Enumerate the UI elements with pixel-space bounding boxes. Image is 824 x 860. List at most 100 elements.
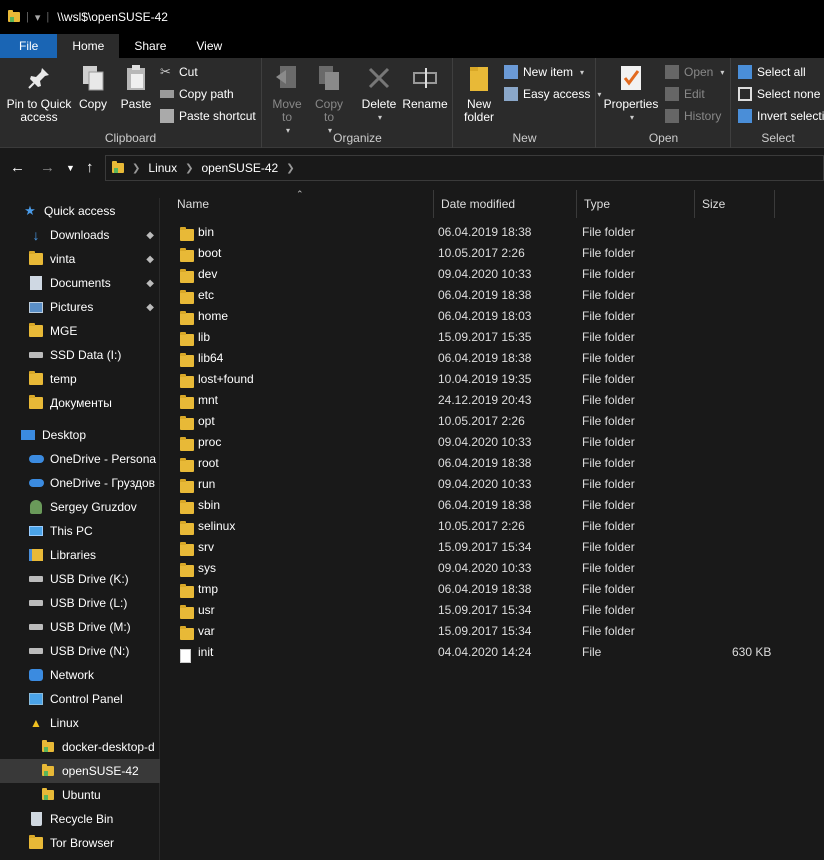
sidebar-item[interactable]: Control Panel	[0, 687, 160, 711]
forward-arrow-icon[interactable]: →	[40, 159, 55, 176]
table-row[interactable]: srv 15.09.2017 15:34 File folder	[170, 537, 824, 558]
open-button[interactable]: Open ▾	[665, 62, 724, 82]
table-row[interactable]: sbin 06.04.2019 18:38 File folder	[170, 495, 824, 516]
file-name: run	[198, 477, 216, 491]
tab-home[interactable]: Home	[57, 34, 120, 58]
table-row[interactable]: lost+found 10.04.2019 19:35 File folder	[170, 369, 824, 390]
breadcrumb-opensuse[interactable]: openSUSE-42	[201, 161, 278, 175]
sidebar-item[interactable]: Pictures ◆	[0, 295, 160, 319]
linux-icon: ▲	[30, 716, 42, 730]
tab-view[interactable]: View	[181, 34, 237, 58]
sidebar-item[interactable]: Документы	[0, 391, 160, 415]
sidebar-item[interactable]: USB Drive (N:)	[0, 639, 160, 663]
table-row[interactable]: usr 15.09.2017 15:34 File folder	[170, 600, 824, 621]
sidebar-item[interactable]: SSD Data (I:)	[0, 343, 160, 367]
paste-button[interactable]: Paste	[116, 64, 156, 111]
sidebar-item[interactable]: ↓ Downloads ◆	[0, 223, 160, 247]
move-to-button[interactable]: Move to ▾	[269, 64, 305, 137]
table-row[interactable]: etc 06.04.2019 18:38 File folder	[170, 285, 824, 306]
tab-file[interactable]: File	[0, 34, 58, 58]
tab-share[interactable]: Share	[119, 34, 181, 58]
drive-icon	[28, 644, 44, 658]
pin-to-quick-access-button[interactable]: Pin to Quick access	[4, 64, 74, 124]
quick-access-toolbar: | ▾ |	[8, 10, 49, 24]
table-row[interactable]: init 04.04.2020 14:24 File 630 KB	[170, 642, 824, 663]
sidebar-item[interactable]: Sergey Gruzdov	[0, 495, 160, 519]
sidebar-item[interactable]: Tor Browser	[0, 831, 160, 855]
file-type: File folder	[582, 414, 635, 428]
breadcrumb-linux[interactable]: Linux	[148, 161, 177, 175]
table-row[interactable]: dev 09.04.2020 10:33 File folder	[170, 264, 824, 285]
back-arrow-icon[interactable]: ←	[10, 159, 25, 176]
column-header-date[interactable]: Date modified	[434, 190, 577, 218]
recent-locations-chevron-icon[interactable]: ▼	[66, 163, 75, 173]
sidebar-item[interactable]: ★ Quick access	[0, 199, 160, 223]
sidebar-item[interactable]: vinta ◆	[0, 247, 160, 271]
customize-toolbar-icon[interactable]: ▾	[35, 11, 41, 24]
column-header-name[interactable]: Name ⌃	[170, 189, 434, 218]
star-icon: ★	[24, 203, 36, 218]
table-row[interactable]: var 15.09.2017 15:34 File folder	[170, 621, 824, 642]
sidebar-item[interactable]: Recycle Bin	[0, 807, 160, 831]
table-row[interactable]: sys 09.04.2020 10:33 File folder	[170, 558, 824, 579]
invert-selection-button[interactable]: Invert selection	[738, 106, 824, 126]
edit-button[interactable]: Edit	[665, 84, 705, 104]
sidebar-item[interactable]: Documents ◆	[0, 271, 160, 295]
breadcrumb-separator-icon[interactable]: ❯	[132, 163, 140, 174]
sidebar-item[interactable]: ▲ Linux	[0, 711, 160, 735]
sidebar-item[interactable]: This PC	[0, 519, 160, 543]
table-row[interactable]: selinux 10.05.2017 2:26 File folder	[170, 516, 824, 537]
history-button[interactable]: History	[665, 106, 721, 126]
sidebar-item[interactable]: Desktop	[0, 423, 160, 447]
table-row[interactable]: opt 10.05.2017 2:26 File folder	[170, 411, 824, 432]
table-row[interactable]: mnt 24.12.2019 20:43 File folder	[170, 390, 824, 411]
copy-to-button[interactable]: Copy to ▾	[311, 64, 347, 137]
open-caret-icon: ▾	[720, 67, 725, 77]
table-row[interactable]: tmp 06.04.2019 18:38 File folder	[170, 579, 824, 600]
copy-path-button[interactable]: Copy path	[160, 84, 234, 104]
sidebar-item[interactable]: openSUSE-42	[0, 759, 160, 783]
copy-button[interactable]: Copy	[74, 64, 112, 111]
easy-access-button[interactable]: Easy access ▾	[504, 84, 601, 104]
sidebar-item[interactable]: OneDrive - Persona	[0, 447, 160, 471]
select-none-button[interactable]: Select none	[738, 84, 820, 104]
sidebar-item[interactable]: USB Drive (L:)	[0, 591, 160, 615]
new-item-button[interactable]: New item ▾	[504, 62, 584, 82]
sidebar-item[interactable]: temp	[0, 367, 160, 391]
sidebar-item[interactable]: Ubuntu	[0, 783, 160, 807]
new-group-label: New	[512, 131, 537, 145]
column-header-size[interactable]: Size	[695, 190, 775, 218]
sidebar-item[interactable]: USB Drive (M:)	[0, 615, 160, 639]
table-row[interactable]: proc 09.04.2020 10:33 File folder	[170, 432, 824, 453]
address-bar[interactable]: ❯ Linux ❯ openSUSE-42 ❯	[105, 155, 824, 181]
rename-button[interactable]: Rename	[401, 64, 449, 111]
drive-icon	[28, 596, 44, 610]
file-name: bin	[198, 225, 215, 239]
table-row[interactable]: boot 10.05.2017 2:26 File folder	[170, 243, 824, 264]
delete-button[interactable]: Delete ▾	[359, 64, 399, 124]
sidebar-item[interactable]: OneDrive - Груздов	[0, 471, 160, 495]
table-row[interactable]: lib64 06.04.2019 18:38 File folder	[170, 348, 824, 369]
select-all-button[interactable]: Select all	[738, 62, 806, 82]
file-date: 15.09.2017 15:34	[438, 540, 532, 554]
sidebar-item[interactable]: docker-desktop-d	[0, 735, 160, 759]
table-row[interactable]: lib 15.09.2017 15:35 File folder	[170, 327, 824, 348]
table-row[interactable]: run 09.04.2020 10:33 File folder	[170, 474, 824, 495]
table-row[interactable]: home 06.04.2019 18:03 File folder	[170, 306, 824, 327]
cut-button[interactable]: ✂ Cut	[160, 62, 198, 82]
column-header-type[interactable]: Type	[577, 190, 695, 218]
sidebar-item[interactable]: Network	[0, 663, 160, 687]
sidebar-item[interactable]: USB Drive (K:)	[0, 567, 160, 591]
sidebar-item[interactable]: MGE	[0, 319, 160, 343]
table-row[interactable]: root 06.04.2019 18:38 File folder	[170, 453, 824, 474]
paste-shortcut-button[interactable]: Paste shortcut	[160, 106, 256, 126]
sidebar-item[interactable]: Libraries	[0, 543, 160, 567]
breadcrumb-separator-icon[interactable]: ❯	[185, 163, 193, 174]
breadcrumb-separator-icon[interactable]: ❯	[286, 163, 294, 174]
copy-label: Copy	[78, 97, 107, 111]
up-arrow-icon[interactable]: ↑	[86, 159, 94, 176]
new-folder-button[interactable]: New folder	[458, 64, 500, 124]
file-size: 630 KB	[732, 645, 772, 659]
properties-button[interactable]: Properties ▾	[603, 64, 659, 124]
table-row[interactable]: bin 06.04.2019 18:38 File folder	[170, 222, 824, 243]
